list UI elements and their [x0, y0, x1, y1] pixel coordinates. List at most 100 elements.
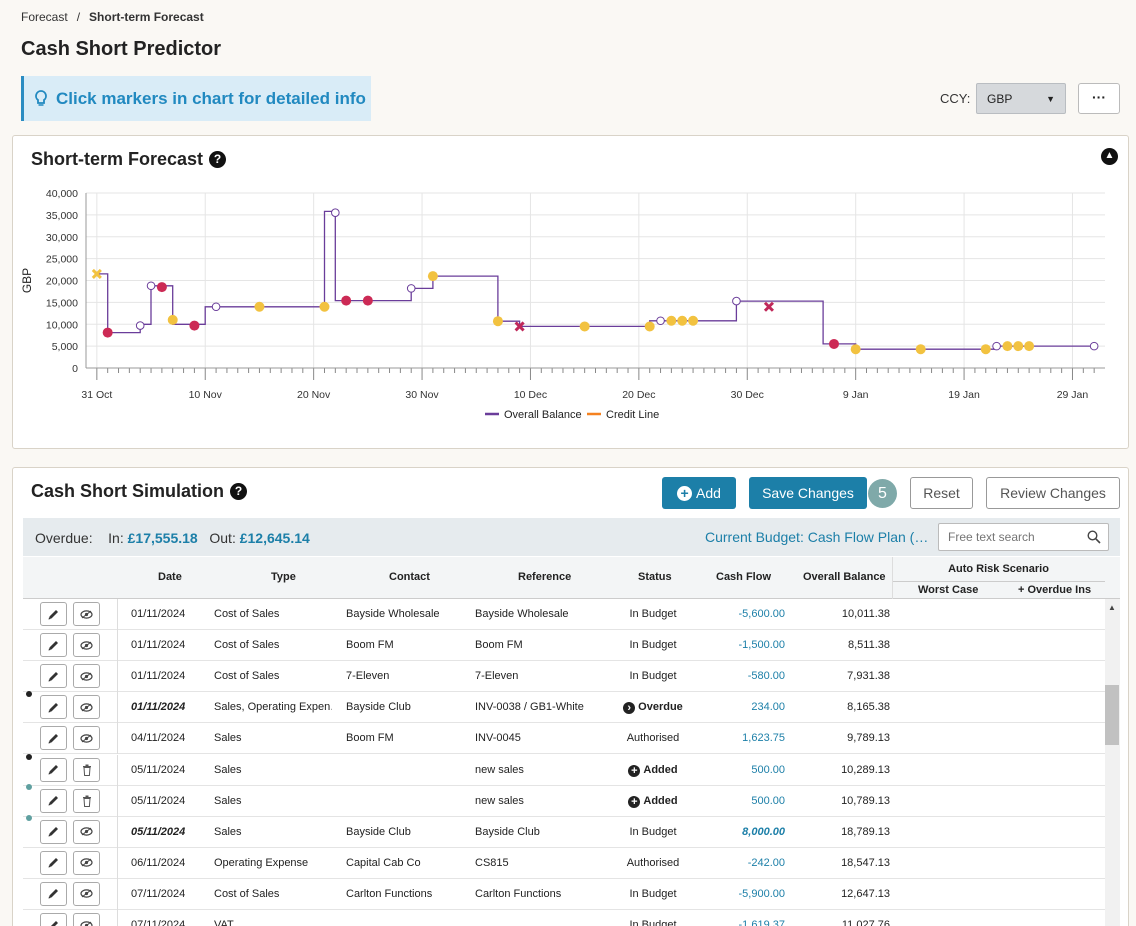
edit-button[interactable]	[40, 757, 67, 782]
cell-cash-flow[interactable]: 500.00	[703, 795, 785, 807]
cell-status: In Budget	[613, 608, 693, 620]
column-divider	[117, 754, 118, 786]
header-overdue-ins[interactable]: + Overdue Ins	[1018, 584, 1091, 596]
search-icon[interactable]	[1087, 530, 1101, 544]
header-overall-balance[interactable]: Overall Balance	[803, 571, 886, 583]
cell-cash-flow[interactable]: -1,500.00	[703, 639, 785, 651]
hide-button[interactable]	[73, 819, 100, 844]
cross-marker	[763, 301, 775, 312]
changes-count-badge: 5	[868, 479, 897, 508]
table-row[interactable]: 07/11/2024 Cost of Sales Carlton Functions…	[23, 878, 1107, 910]
header-contact[interactable]: Contact	[389, 571, 430, 583]
hide-button[interactable]	[73, 664, 100, 689]
edit-button[interactable]	[40, 819, 67, 844]
hide-button[interactable]	[73, 913, 100, 926]
edit-button[interactable]	[40, 633, 67, 658]
x-tick-label: 30 Dec	[731, 389, 764, 401]
cell-cash-flow[interactable]: -242.00	[703, 857, 785, 869]
cell-cash-flow[interactable]: -580.00	[703, 670, 785, 682]
ccy-select[interactable]: GBP ▼	[976, 83, 1066, 114]
scroll-up-icon[interactable]: ▲	[1108, 603, 1116, 612]
header-date[interactable]: Date	[158, 571, 182, 583]
trash-icon	[82, 795, 91, 807]
y-tick-label: 40,000	[46, 188, 78, 200]
cell-reference: Carlton Functions	[475, 887, 562, 900]
hide-button[interactable]	[73, 602, 100, 626]
in-amount: £17,555.18	[127, 530, 198, 546]
simulation-title: Cash Short Simulation?	[31, 481, 248, 502]
delete-button[interactable]	[73, 757, 100, 782]
budget-marker	[644, 321, 655, 332]
balance-marker	[331, 208, 340, 217]
budget-marker	[850, 344, 861, 355]
cell-cash-flow[interactable]: 234.00	[703, 701, 785, 713]
y-tick-label: 15,000	[46, 297, 78, 309]
table-row[interactable]: 05/11/2024 Sales new sales + Added 500.00 10,2…	[23, 753, 1107, 786]
eye-slash-icon	[80, 858, 93, 867]
hide-button[interactable]	[73, 726, 100, 751]
header-status[interactable]: Status	[638, 571, 672, 583]
scrollbar-thumb[interactable]	[1105, 685, 1119, 745]
status-text: In Budget	[629, 919, 677, 926]
edit-button[interactable]	[40, 602, 67, 626]
cell-cash-flow[interactable]: -5,600.00	[703, 608, 785, 620]
column-divider	[117, 599, 118, 630]
edit-button[interactable]	[40, 850, 67, 875]
header-cash-flow[interactable]: Cash Flow	[716, 571, 771, 583]
cell-contact: 7-Eleven	[346, 670, 390, 683]
edit-button[interactable]	[40, 913, 67, 926]
hide-button[interactable]	[73, 850, 100, 875]
search-input[interactable]	[939, 524, 1079, 550]
table-row[interactable]: 01/11/2024 Cost of Sales Bayside Wholesale…	[23, 599, 1107, 630]
cell-cash-flow[interactable]: -5,900.00	[703, 888, 785, 900]
table-row[interactable]: 07/11/2024 VAT In Budget -1,619.37 11,027.76	[23, 910, 1107, 926]
table-scrollbar[interactable]: ▲	[1105, 599, 1120, 926]
table-row[interactable]: 01/11/2024 Cost of Sales Boom FM Boom FM In …	[23, 630, 1107, 662]
review-changes-button[interactable]: Review Changes	[986, 477, 1120, 509]
table-row[interactable]: 06/11/2024 Operating Expense Capital Cab C…	[23, 847, 1107, 879]
header-worst-case[interactable]: Worst Case	[918, 584, 978, 596]
cell-cash-flow[interactable]: -1,619.37	[703, 919, 785, 926]
cell-cash-flow[interactable]: 1,623.75	[703, 732, 785, 744]
edit-button[interactable]	[40, 726, 67, 751]
table-row[interactable]: 04/11/2024 Sales Boom FM INV-0045 Authorised…	[23, 723, 1107, 755]
breadcrumb: Forecast / Short-term Forecast	[21, 10, 204, 24]
cell-contact: Boom FM	[346, 732, 394, 745]
add-button[interactable]: + Add	[662, 477, 736, 509]
overdue-label: Overdue:	[35, 530, 93, 546]
table-row[interactable]: 01/11/2024 Sales, Operating Expen… Bayside…	[23, 691, 1107, 724]
edit-button[interactable]	[40, 788, 67, 813]
table-row[interactable]: 05/11/2024 Sales Bayside Club Bayside Club I…	[23, 814, 1107, 848]
table-row[interactable]: 05/11/2024 Sales new sales + Added 500.00 10,7…	[23, 783, 1107, 817]
y-axis-label: GBP	[20, 268, 34, 293]
cell-cash-flow[interactable]: 500.00	[703, 764, 785, 776]
column-divider	[117, 630, 118, 662]
balance-marker	[1089, 341, 1099, 351]
status-text: In Budget	[629, 825, 677, 838]
table-row[interactable]: 01/11/2024 Cost of Sales 7-Eleven 7-Eleven I…	[23, 661, 1107, 693]
edit-button[interactable]	[40, 881, 67, 906]
cell-date: 01/11/2024	[131, 701, 186, 714]
breadcrumb-separator: /	[76, 10, 81, 24]
cell-date: 01/11/2024	[131, 639, 186, 652]
cell-contact: Boom FM	[346, 639, 394, 652]
edit-button[interactable]	[40, 664, 67, 689]
hide-button[interactable]	[73, 881, 100, 906]
cell-cash-flow[interactable]: 8,000.00	[703, 826, 785, 838]
header-reference[interactable]: Reference	[518, 571, 571, 583]
hide-button[interactable]	[73, 633, 100, 658]
cell-status: In Budget	[613, 888, 693, 900]
hide-button[interactable]	[73, 695, 100, 720]
delete-button[interactable]	[73, 788, 100, 813]
reset-button[interactable]: Reset	[910, 477, 973, 509]
cell-date: 07/11/2024	[131, 887, 186, 900]
breadcrumb-forecast-link[interactable]: Forecast	[21, 10, 68, 24]
budget-marker	[677, 315, 688, 326]
current-budget-link[interactable]: Current Budget: Cash Flow Plan (…	[705, 529, 928, 545]
help-icon[interactable]: ?	[230, 483, 248, 500]
cell-overall-balance: 10,011.38	[841, 608, 890, 620]
edit-button[interactable]	[40, 695, 67, 720]
save-changes-button[interactable]: Save Changes	[749, 477, 867, 509]
header-type[interactable]: Type	[271, 571, 296, 583]
more-options-button[interactable]: ···	[1078, 83, 1120, 114]
